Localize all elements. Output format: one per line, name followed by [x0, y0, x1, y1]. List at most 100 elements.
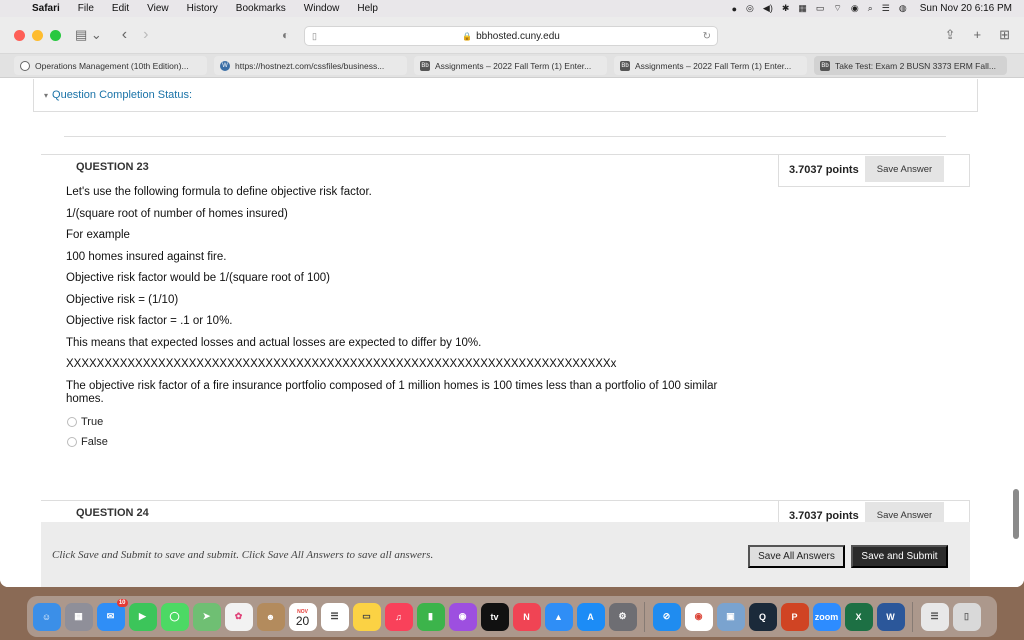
question-text-line: This means that expected losses and actu… [66, 337, 482, 349]
save-all-answers-button[interactable]: Save All Answers [748, 545, 845, 568]
reminders-icon[interactable]: ☰ [320, 602, 349, 631]
save-and-submit-button[interactable]: Save and Submit [851, 545, 948, 568]
trash-icon[interactable]: ▯ [952, 602, 981, 631]
tab-label: Operations Management (10th Edition)... [35, 60, 189, 71]
option-label-false: False [81, 436, 108, 448]
new-tab-icon[interactable]: + [974, 27, 982, 43]
news-icon[interactable]: N [512, 602, 541, 631]
page-scrollbar[interactable] [1013, 489, 1019, 539]
quicktime-icon[interactable]: Q [748, 602, 777, 631]
tab-assignments-2[interactable]: Bb Assignments – 2022 Fall Term (1) Ente… [614, 56, 807, 75]
dock-separator [912, 601, 913, 632]
tab-overview-icon[interactable]: ⊞ [999, 27, 1010, 43]
word-icon[interactable]: W [876, 602, 905, 631]
question-text-line: Objective risk factor would be 1/(square… [66, 272, 330, 284]
menu-help[interactable]: Help [348, 3, 387, 14]
question-text-line: 1/(square root of number of homes insure… [66, 208, 288, 220]
menu-view[interactable]: View [138, 3, 178, 14]
downloads-stack-icon[interactable]: ☰ [920, 602, 949, 631]
menu-bookmarks[interactable]: Bookmarks [227, 3, 295, 14]
menu-file[interactable]: File [69, 3, 103, 14]
question-completion-status[interactable]: ▾ Question Completion Status: [33, 79, 978, 112]
question-23-points-box: 3.7037 points Save Answer [778, 154, 970, 187]
wifi-icon[interactable]: ⌔ [833, 3, 841, 14]
menu-edit[interactable]: Edit [103, 3, 138, 14]
calendar-day: 20 [295, 613, 310, 628]
option-false[interactable]: False [67, 436, 108, 448]
option-true[interactable]: True [67, 416, 103, 428]
blackboard-icon: Bb [820, 60, 830, 71]
tab-hostnezt[interactable]: W https://hostnezt.com/cssfiles/business… [214, 56, 407, 75]
forward-icon[interactable]: › [143, 26, 148, 44]
tab-operations-management[interactable]: Operations Management (10th Edition)... [14, 56, 207, 75]
question-24-title: QUESTION 24 [76, 507, 149, 519]
zoom-window-button[interactable] [50, 29, 61, 41]
mail-icon[interactable]: ✉ 10 [96, 598, 128, 631]
messages-icon[interactable]: ◯ [160, 602, 189, 631]
control-center-icon[interactable]: ☰ [882, 3, 890, 14]
dock: ☺ ▦ ✉ 10 ▶ ◯ ➤ ✿ ☻ NOV 20 ☰ ▭ ♫ ▮ ◉ tv N … [27, 596, 997, 637]
radio-button-false[interactable] [67, 437, 77, 447]
address-bar[interactable]: ▯ 🔒 bbhosted.cuny.edu ↻ [304, 26, 718, 46]
question-23-save-answer-button[interactable]: Save Answer [865, 156, 944, 182]
apple-tv-icon[interactable]: tv [480, 602, 509, 631]
tab-take-test[interactable]: Bb Take Test: Exam 2 BUSN 3373 ERM Fall.… [814, 56, 1007, 75]
preview-icon[interactable]: ▣ [716, 602, 745, 631]
photos-icon[interactable]: ✿ [224, 602, 253, 631]
mail-badge: 10 [116, 598, 128, 607]
chrome-icon[interactable]: ◉ [684, 602, 713, 631]
app-store-icon[interactable]: A [576, 602, 605, 631]
volume-icon[interactable]: ◀) [763, 3, 773, 14]
airplay-icon[interactable]: ◎ [746, 3, 754, 14]
close-window-button[interactable] [14, 29, 25, 41]
system-preferences-icon[interactable]: ⚙ [608, 602, 637, 631]
question-text-line: Objective risk = (1/10) [66, 294, 179, 306]
contacts-icon[interactable]: ☻ [256, 602, 285, 631]
divider [64, 136, 946, 137]
page-menu-icon[interactable]: ▯ [312, 31, 317, 42]
menu-clock[interactable]: Sun Nov 20 6:16 PM [920, 3, 1012, 14]
keynote-icon[interactable]: ▲ [544, 602, 573, 631]
facetime-icon[interactable]: ▶ [128, 602, 157, 631]
excel-icon[interactable]: X [844, 602, 873, 631]
share-icon[interactable]: ⇪ [945, 27, 956, 43]
bluetooth-icon[interactable]: ✱ [782, 3, 790, 14]
submit-instructions: Click Save and Submit to save and submit… [52, 548, 434, 561]
menu-window[interactable]: Window [295, 3, 349, 14]
battery-icon[interactable]: ▭ [816, 3, 825, 14]
keyboard-icon[interactable]: ▦ [798, 3, 807, 14]
menu-history[interactable]: History [178, 3, 227, 14]
numbers-icon[interactable]: ▮ [416, 602, 445, 631]
safari-icon[interactable]: ⊘ [652, 602, 681, 631]
zoom-icon[interactable]: zoom [812, 602, 841, 631]
blackboard-icon: Bb [420, 60, 430, 71]
notes-icon[interactable]: ▭ [352, 602, 381, 631]
siri-icon[interactable]: ◍ [899, 3, 907, 14]
radio-button-true[interactable] [67, 417, 77, 427]
tab-label: Assignments – 2022 Fall Term (1) Enter..… [635, 60, 792, 71]
spotlight-search-icon[interactable]: ⌕ [868, 3, 873, 14]
tab-label: Take Test: Exam 2 BUSN 3373 ERM Fall... [835, 60, 996, 71]
tab-assignments-1[interactable]: Bb Assignments – 2022 Fall Term (1) Ente… [414, 56, 607, 75]
question-text-line: Objective risk factor = .1 or 10%. [66, 315, 233, 327]
launchpad-icon[interactable]: ▦ [64, 602, 93, 631]
url-text: bbhosted.cuny.edu [476, 30, 560, 42]
powerpoint-icon[interactable]: P [780, 602, 809, 631]
toolbar-right: ⇪ + ⊞ [945, 27, 1010, 43]
podcasts-icon[interactable]: ◉ [448, 602, 477, 631]
minimize-window-button[interactable] [32, 29, 43, 41]
maps-icon[interactable]: ➤ [192, 602, 221, 631]
music-icon[interactable]: ♫ [384, 602, 413, 631]
wordpress-icon: W [220, 60, 230, 71]
sidebar-toggle-icon[interactable]: ▤ ⌄ [75, 27, 102, 43]
back-icon[interactable]: ‹ [122, 26, 127, 44]
record-icon[interactable]: ● [732, 4, 737, 14]
finder-icon[interactable]: ☺ [32, 602, 61, 631]
menu-app-safari[interactable]: Safari [30, 3, 69, 14]
user-icon[interactable]: ◉ [851, 3, 859, 14]
nav-arrows: ‹ › [122, 26, 149, 44]
privacy-shield-icon[interactable]: ◐ [282, 28, 289, 42]
reload-icon[interactable]: ↻ [703, 31, 711, 42]
question-text-line: Let's use the following formula to defin… [66, 186, 372, 198]
calendar-icon[interactable]: NOV 20 [288, 602, 317, 631]
